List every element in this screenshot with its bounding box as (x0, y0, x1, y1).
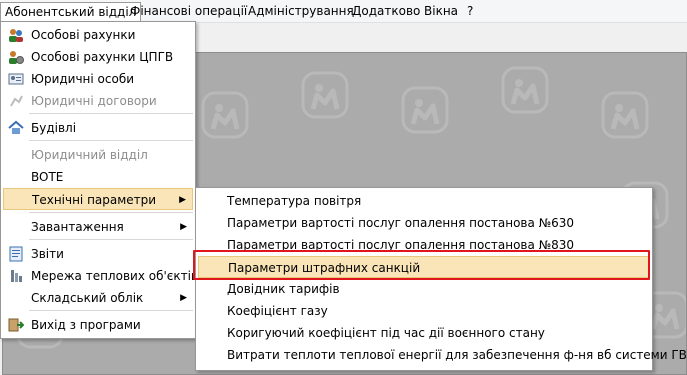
menu-separator (29, 212, 193, 213)
house-icon (8, 120, 24, 136)
menu-item-heat-network[interactable]: Мережа теплових об'єктів (3, 265, 198, 287)
menu-additional[interactable]: Додатково (348, 3, 424, 19)
menu-separator (29, 310, 193, 311)
submenu-item-air-temperature[interactable]: Температура повітря (198, 190, 650, 212)
users-gear-icon (8, 49, 24, 65)
menu-item-bote[interactable]: BOTE (3, 166, 193, 188)
users-icon (8, 27, 24, 43)
submenu-arrow-icon: ▶ (180, 222, 187, 232)
menu-item-warehouse[interactable]: Складський облік ▶ (3, 287, 193, 309)
submenu-item-tariff-directory[interactable]: Довідник тарифів (198, 278, 650, 300)
heat-network-icon (8, 268, 24, 284)
menu-item-legal-department[interactable]: Юридичний відділ (3, 144, 193, 166)
menu-separator (29, 113, 193, 114)
submenu-arrow-icon: ▶ (180, 293, 187, 303)
menu-item-technical-parameters[interactable]: Технічні параметри ▶ (3, 188, 193, 210)
submenu-item-heat-costs-hws[interactable]: Витрати теплоти теплової енергії для заб… (198, 344, 687, 366)
menu-item-loading[interactable]: Завантаження ▶ (3, 216, 193, 238)
abonent-department-menu: Особові рахунки Особові рахунки ЦПГВ Юри… (0, 21, 198, 339)
contract-icon (8, 93, 24, 109)
menu-financial-operations[interactable]: Фінансові операції (126, 3, 251, 19)
menu-abonent-department[interactable]: Абонентський відділ (0, 2, 142, 23)
menu-administration[interactable]: Адміністрування (244, 3, 358, 19)
menu-windows[interactable]: Вікна (420, 3, 462, 19)
menu-item-personal-accounts[interactable]: Особові рахунки (3, 24, 193, 46)
menu-item-reports[interactable]: Звіти (3, 243, 193, 265)
submenu-item-gas-coefficient[interactable]: Коефіцієнт газу (198, 300, 650, 322)
menu-separator (29, 239, 193, 240)
menu-separator (29, 140, 193, 141)
id-card-icon (8, 71, 24, 87)
menu-item-exit[interactable]: Вихід з програми (3, 314, 193, 336)
menu-item-legal-entities[interactable]: Юридичні особи (3, 68, 193, 90)
report-icon (8, 246, 24, 262)
menu-item-legal-contracts[interactable]: Юридичні договори (3, 90, 193, 112)
menu-item-personal-accounts-cpgv[interactable]: Особові рахунки ЦПГВ (3, 46, 193, 68)
submenu-item-heating-cost-630[interactable]: Параметри вартості послуг опалення поста… (198, 212, 650, 234)
exit-icon (8, 317, 25, 333)
annotation-highlight-box (193, 250, 650, 280)
menu-help[interactable]: ? (463, 3, 477, 19)
submenu-item-martial-law-coefficient[interactable]: Коригуючий коефіцієнт під час дії воєнно… (198, 322, 650, 344)
menu-item-buildings[interactable]: Будівлі (3, 117, 193, 139)
menu-bar: Абонентський відділ Фінансові операції А… (0, 0, 687, 23)
submenu-arrow-icon: ▶ (179, 195, 186, 205)
